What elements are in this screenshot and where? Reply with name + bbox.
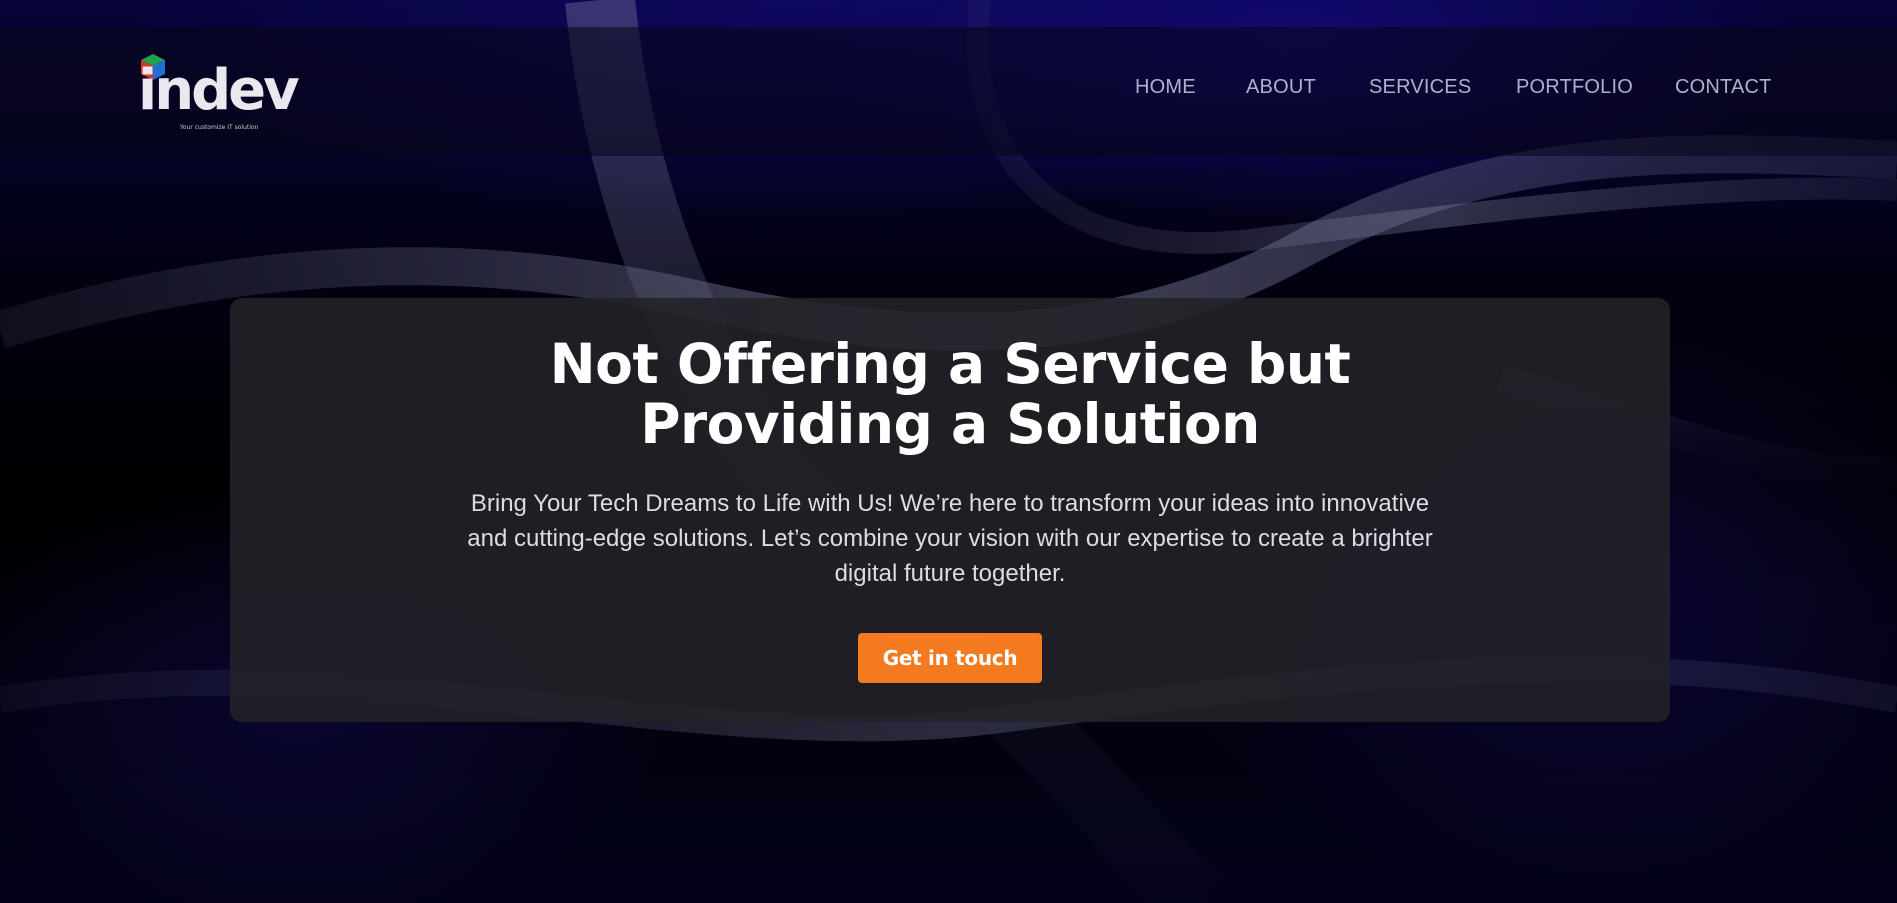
hero-title: Not Offering a Service but Providing a S… [230, 334, 1670, 454]
nav-about[interactable]: ABOUT [1246, 76, 1316, 99]
get-in-touch-button[interactable]: Get in touch [858, 633, 1042, 683]
hero-title-line-2: Providing a Solution [640, 392, 1260, 456]
nav-services[interactable]: SERVICES [1369, 76, 1471, 99]
hero-subtitle-line-2: and cutting-edge solutions. Let’s combin… [467, 525, 1433, 552]
logo-tagline: Your customize IT solution [180, 124, 259, 131]
hero-title-line-1: Not Offering a Service but [549, 332, 1351, 396]
nav-contact[interactable]: CONTACT [1675, 76, 1772, 99]
hero-subtitle: Bring Your Tech Dreams to Life with Us! … [430, 486, 1470, 591]
hero-subtitle-line-3: digital future together. [834, 560, 1066, 587]
main-navigation: HOME ABOUT SERVICES PORTFOLIO CONTACT [0, 76, 1897, 102]
nav-home[interactable]: HOME [1135, 76, 1196, 99]
hero-card: Not Offering a Service but Providing a S… [230, 298, 1670, 722]
nav-portfolio[interactable]: PORTFOLIO [1516, 76, 1633, 99]
hero-subtitle-line-1: Bring Your Tech Dreams to Life with Us! … [470, 490, 1430, 517]
